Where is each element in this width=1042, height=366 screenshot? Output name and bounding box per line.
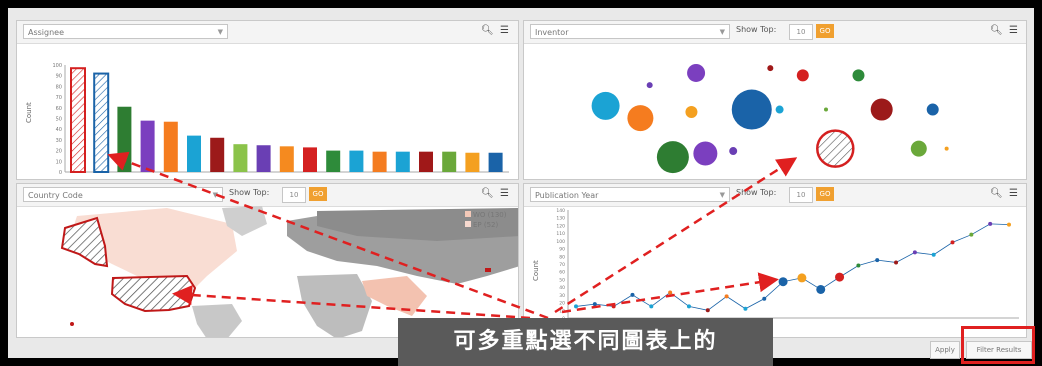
apply-button[interactable]: Apply — [930, 341, 960, 359]
arrow-to-bubble — [554, 157, 798, 314]
arrow-to-line — [561, 272, 779, 314]
caption-banner: 可多重點選不同圖表上的 — [398, 318, 773, 366]
filter-results-highlight — [961, 326, 1035, 364]
annotation-arrows — [107, 151, 798, 320]
arrow-to-map — [172, 285, 531, 320]
